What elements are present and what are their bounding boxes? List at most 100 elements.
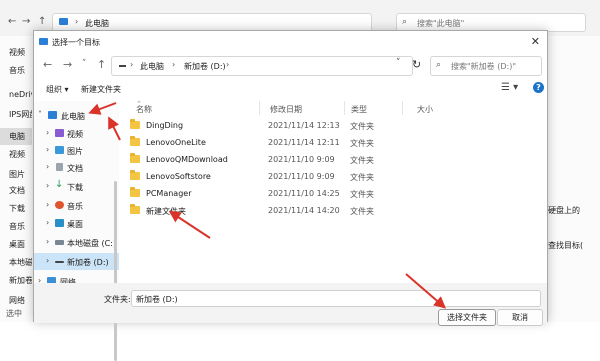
file-row[interactable]: PCManager 2021/11/10 14:25 文件夹 xyxy=(122,185,422,202)
tree-item-this-pc[interactable]: ˅ 此电脑 xyxy=(34,107,119,124)
close-icon[interactable]: ✕ xyxy=(531,35,540,48)
chevron-down-icon[interactable]: ˅ xyxy=(396,58,401,68)
tree-item-music[interactable]: › 音乐 xyxy=(34,197,119,214)
pc-icon xyxy=(59,18,68,25)
pc-icon xyxy=(119,65,126,67)
tree-item-documents[interactable]: › 文档 xyxy=(34,159,119,176)
folder-icon xyxy=(130,153,140,163)
breadcrumb-item[interactable]: 此电脑 xyxy=(140,61,164,72)
bg-sidebar-item[interactable]: neDriv xyxy=(0,86,32,103)
chevron-right-icon[interactable]: › xyxy=(46,162,49,171)
bg-status-text: 选中 xyxy=(6,309,22,318)
file-type: 文件夹 xyxy=(350,190,374,199)
forward-arrow-icon[interactable]: → xyxy=(63,58,72,71)
chevron-down-icon[interactable]: ˅ xyxy=(82,59,87,69)
folder-icon xyxy=(130,204,140,214)
organize-button[interactable]: 组织 ▾ xyxy=(46,84,69,95)
bg-sidebar-item[interactable]: 本地磁 xyxy=(0,254,32,271)
bg-sidebar-item[interactable]: 下载 xyxy=(0,200,32,217)
bg-sidebar-item[interactable]: 电脑 xyxy=(0,128,32,145)
file-row[interactable]: LenovoOneLite 2021/11/14 12:11 文件夹 xyxy=(122,134,422,151)
file-row[interactable]: LenovoSoftstore 2021/11/10 9:09 文件夹 xyxy=(122,168,422,185)
chevron-right-icon[interactable]: › xyxy=(46,237,49,246)
file-type: 文件夹 xyxy=(350,207,374,216)
chevron-right-icon[interactable]: › xyxy=(46,128,49,137)
bg-sidebar-item[interactable]: 桌面 xyxy=(0,236,32,253)
dialog-title: 选择一个目标 xyxy=(52,38,100,47)
bg-sidebar-item[interactable]: 图片 xyxy=(0,166,32,183)
chevron-right-icon[interactable]: › xyxy=(46,181,49,190)
chevron-right-icon: › xyxy=(75,17,79,26)
folder-icon xyxy=(130,187,140,197)
tree-item-local-disk-c[interactable]: › 本地磁盘 (C:) xyxy=(34,234,119,251)
bg-sidebar-item[interactable]: 新加卷 xyxy=(0,272,32,289)
chevron-right-icon[interactable]: › xyxy=(46,218,49,227)
chevron-right-icon[interactable]: › xyxy=(46,200,49,209)
document-icon xyxy=(56,163,63,171)
bg-sidebar-item[interactable]: 网络 xyxy=(0,292,32,309)
bg-right-text: 硬盘上的 xyxy=(548,206,580,215)
new-folder-button[interactable]: 新建文件夹 xyxy=(81,84,121,95)
back-arrow-icon: ← xyxy=(8,16,17,27)
help-icon[interactable]: ? xyxy=(533,82,544,93)
select-folder-dialog: 选择一个目标 ✕ ← → ˅ ↑ › 此电脑 › 新加卷 (D:) › ˅ ↻ … xyxy=(33,30,548,361)
tree-item-desktop[interactable]: › 桌面 xyxy=(34,215,119,232)
bg-sidebar-item[interactable]: 视频 xyxy=(0,146,32,163)
address-bar[interactable]: › 此电脑 › 新加卷 (D:) › xyxy=(111,56,413,76)
file-name: LenovoQMDownload xyxy=(146,155,228,164)
folder-name-input[interactable]: 新加卷 (D:) xyxy=(131,290,541,307)
breadcrumb-item[interactable]: 新加卷 (D:) xyxy=(184,61,226,72)
file-name: DingDing xyxy=(146,121,184,130)
refresh-icon[interactable]: ↻ xyxy=(412,58,421,71)
chevron-right-icon[interactable]: › xyxy=(46,145,49,154)
background-address-text: 此电脑 xyxy=(85,19,109,28)
file-name: 新建文件夹 xyxy=(146,207,186,216)
column-header-size[interactable]: 大小 xyxy=(417,104,433,115)
forward-arrow-icon: → xyxy=(22,16,31,27)
tree-item-downloads[interactable]: › ↓ 下载 xyxy=(34,178,119,195)
tree-label: 下载 xyxy=(67,183,83,192)
dialog-title-bar: 选择一个目标 ✕ xyxy=(34,31,547,53)
folder-field-label: 文件夹: xyxy=(104,295,131,304)
chevron-down-icon[interactable]: ˅ xyxy=(38,110,42,119)
column-separator[interactable] xyxy=(402,101,403,115)
tree-item-new-volume-d[interactable]: › 新加卷 (D:) xyxy=(34,253,119,270)
file-row[interactable]: DingDing 2021/11/14 12:13 文件夹 xyxy=(122,117,422,134)
file-date: 2021/11/10 9:09 xyxy=(268,172,335,181)
file-date: 2021/11/14 12:13 xyxy=(268,121,340,130)
tree-scrollbar[interactable] xyxy=(114,181,117,361)
column-header-type[interactable]: 类型 xyxy=(351,104,367,115)
view-options-icon[interactable]: ☰ ▾ xyxy=(501,82,518,93)
column-header-name[interactable]: 名称 xyxy=(136,104,152,115)
picture-icon xyxy=(55,146,64,154)
bg-sidebar-item[interactable]: IPS网盘 xyxy=(0,106,32,123)
file-row[interactable]: LenovoQMDownload 2021/11/10 9:09 文件夹 xyxy=(122,151,422,168)
column-separator[interactable] xyxy=(344,101,345,115)
tree-label: 此电脑 xyxy=(61,112,85,121)
bg-sidebar-item[interactable]: 音乐 xyxy=(0,62,32,79)
file-list: ⌃ 名称 修改日期 类型 大小 DingDing 2021/11/14 12:1… xyxy=(122,100,542,301)
column-header-date[interactable]: 修改日期 xyxy=(270,104,302,115)
tree-label: 文档 xyxy=(67,164,83,173)
file-type: 文件夹 xyxy=(350,122,374,131)
bg-sidebar-item[interactable]: 视频 xyxy=(0,44,32,61)
file-date: 2021/11/14 12:11 xyxy=(268,138,340,147)
select-folder-button[interactable]: 选择文件夹 xyxy=(438,309,496,326)
folder-icon xyxy=(130,170,140,180)
search-placeholder: 搜索"新加卷 (D:)" xyxy=(451,62,516,71)
file-date: 2021/11/10 14:25 xyxy=(268,189,340,198)
cancel-button[interactable]: 取消 xyxy=(497,309,543,326)
bg-sidebar-item[interactable]: 音乐 xyxy=(0,218,32,235)
back-arrow-icon[interactable]: ← xyxy=(43,58,52,71)
bg-sidebar-item[interactable]: 文档 xyxy=(0,182,32,199)
pc-icon xyxy=(48,111,57,119)
search-input[interactable]: ⌕ 搜索"新加卷 (D:)" xyxy=(430,56,542,76)
column-separator[interactable] xyxy=(259,101,260,115)
tree-label: 新加卷 (D:) xyxy=(67,258,109,267)
tree-item-pictures[interactable]: › 图片 xyxy=(34,142,119,159)
chevron-right-icon[interactable]: › xyxy=(46,256,49,265)
tree-item-videos[interactable]: › 视频 xyxy=(34,125,119,142)
background-search-placeholder: 搜索"此电脑" xyxy=(417,19,465,28)
up-arrow-icon[interactable]: ↑ xyxy=(97,58,106,71)
file-row[interactable]: 新建文件夹 2021/11/14 14:20 文件夹 xyxy=(122,202,422,219)
